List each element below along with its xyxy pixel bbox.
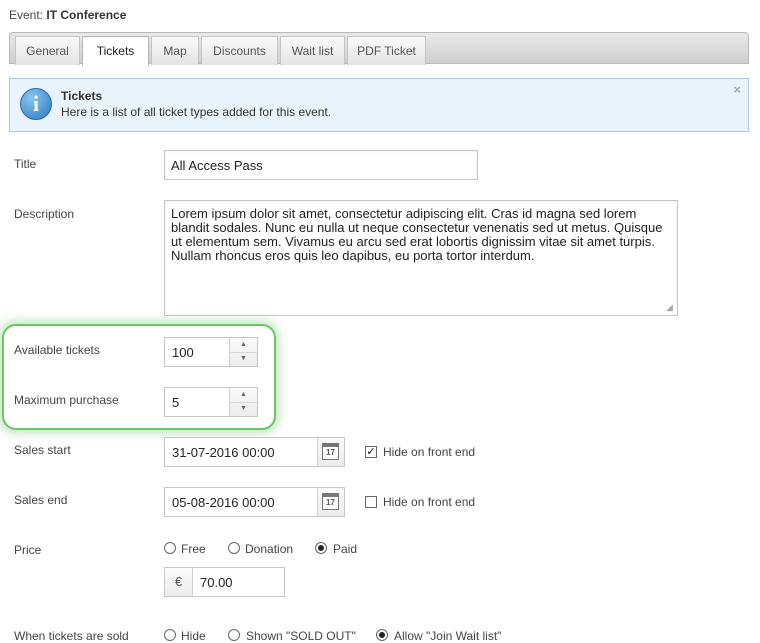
tab-bar: General Tickets Map Discounts Wait list … <box>9 32 749 66</box>
close-icon[interactable]: × <box>733 82 741 97</box>
sold-out-shown-label: Shown "SOLD OUT" <box>246 629 356 643</box>
available-tickets-label: Available tickets <box>14 343 100 357</box>
stepper-up-icon[interactable]: ▲ <box>230 338 257 353</box>
sold-out-hide-radio[interactable] <box>164 629 176 641</box>
sold-out-hide-label: Hide <box>181 629 206 643</box>
sales-end-calendar-button[interactable]: 17 <box>317 488 344 516</box>
sales-end-label: Sales end <box>14 493 68 507</box>
sales-start-calendar-button[interactable]: 17 <box>317 438 344 466</box>
price-free-label: Free <box>181 542 206 556</box>
resize-grip-icon[interactable]: ◢ <box>666 302 676 312</box>
sold-out-label: When tickets are sold <box>14 629 129 643</box>
info-title: Tickets <box>61 89 103 103</box>
price-paid-label: Paid <box>333 542 358 556</box>
sold-out-waitlist-radio[interactable] <box>376 629 388 641</box>
sold-out-waitlist-label: Allow "Join Wait list" <box>394 629 502 643</box>
sales-end-hide-label: Hide on front end <box>383 495 476 509</box>
currency-symbol: € <box>165 568 193 596</box>
event-name: IT Conference <box>46 8 127 22</box>
sales-start-value: 31-07-2016 00:00 <box>172 445 275 460</box>
price-input[interactable]: € 70.00 <box>164 567 285 597</box>
tab-general[interactable]: General <box>15 36 80 65</box>
calendar-icon: 17 <box>322 443 339 460</box>
event-label: Event: <box>9 8 44 22</box>
maximum-purchase-label: Maximum purchase <box>14 393 119 407</box>
tab-map[interactable]: Map <box>151 36 199 65</box>
tab-pdf-ticket[interactable]: PDF Ticket <box>347 36 426 65</box>
sales-start-label: Sales start <box>14 443 71 457</box>
info-icon: i <box>20 88 52 120</box>
event-heading: Event: IT Conference <box>9 8 126 22</box>
description-textarea[interactable]: Lorem ipsum dolor sit amet, consectetur … <box>164 200 678 316</box>
price-donation-radio[interactable] <box>228 542 240 554</box>
sales-start-hide-label: Hide on front end <box>383 445 476 459</box>
tab-discounts[interactable]: Discounts <box>201 36 278 65</box>
sales-end-hide-checkbox[interactable] <box>365 496 377 508</box>
price-label: Price <box>14 543 42 557</box>
stepper-down-icon[interactable]: ▼ <box>230 352 257 366</box>
maximum-purchase-value: 5 <box>172 395 180 410</box>
info-text: Here is a list of all ticket types added… <box>61 105 332 119</box>
sales-end-input[interactable]: 05-08-2016 00:00 17 <box>164 487 345 517</box>
stepper-up-icon[interactable]: ▲ <box>230 388 257 403</box>
info-message: i Tickets Here is a list of all ticket t… <box>9 78 749 132</box>
description-label: Description <box>14 207 75 221</box>
calendar-icon: 17 <box>322 493 339 510</box>
title-input[interactable] <box>164 150 478 180</box>
price-paid-radio[interactable] <box>315 542 327 554</box>
title-label: Title <box>14 157 37 171</box>
price-free-radio[interactable] <box>164 542 176 554</box>
available-tickets-stepper[interactable]: 100 ▲ ▼ <box>164 337 258 367</box>
sold-out-shown-radio[interactable] <box>228 629 240 641</box>
tab-tickets[interactable]: Tickets <box>82 36 149 66</box>
stepper-down-icon[interactable]: ▼ <box>230 402 257 416</box>
sales-start-hide-checkbox[interactable]: ✓ <box>365 446 377 458</box>
price-value: 70.00 <box>200 575 233 590</box>
tab-wait-list[interactable]: Wait list <box>280 36 345 65</box>
available-tickets-value: 100 <box>172 345 194 360</box>
price-donation-label: Donation <box>245 542 294 556</box>
maximum-purchase-stepper[interactable]: 5 ▲ ▼ <box>164 387 258 417</box>
sales-start-input[interactable]: 31-07-2016 00:00 17 <box>164 437 345 467</box>
sales-end-value: 05-08-2016 00:00 <box>172 495 275 510</box>
